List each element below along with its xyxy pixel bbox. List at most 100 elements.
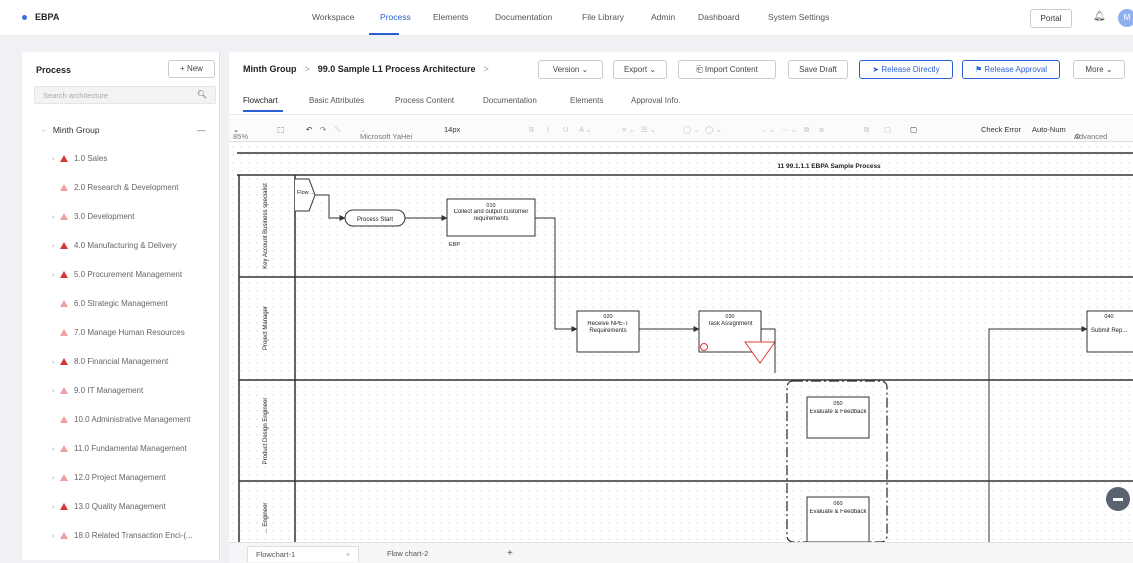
chevron-right-icon[interactable]: › (52, 359, 60, 366)
process-sidebar: Process + New Search architecture 🔍︎ - Mi… (22, 52, 220, 560)
group-icon[interactable]: ⧉ (804, 125, 809, 135)
bell-icon[interactable]: 🔔︎ (1093, 11, 1106, 22)
nav-process[interactable]: Process (380, 12, 411, 22)
tree-item[interactable]: 6.0 Strategic Management (52, 299, 168, 313)
breadcrumb-group[interactable]: Minth Group (243, 64, 297, 74)
nav-system-settings[interactable]: System Settings (768, 12, 829, 22)
fit-icon[interactable]: ⬚ (277, 125, 284, 134)
diagram-toolbar: 85% ⌄ ⬚ ↶ ↷ ␡ Microsoft YaHei ⌄ 14px B I… (229, 118, 1133, 142)
tab-flowchart[interactable]: Flowchart (243, 96, 278, 105)
architecture-search-input[interactable]: Search architecture 🔍︎ (34, 86, 216, 104)
import-content-button[interactable]: ⎗ Import Content (678, 60, 776, 79)
tree-root-minth-group[interactable]: - Minth Group — (42, 125, 206, 135)
search-icon[interactable]: 🔍︎ (197, 90, 207, 99)
font-family-select[interactable]: Microsoft YaHei ⌄ (360, 125, 412, 141)
nav-file-library[interactable]: File Library (582, 12, 624, 22)
nav-workspace[interactable]: Workspace (312, 12, 354, 22)
ungroup-icon[interactable]: ⧈ (819, 125, 824, 135)
process-icon (60, 271, 68, 278)
tree-item[interactable]: › 1.0 Sales (52, 154, 107, 168)
tab-approval-info[interactable]: Approval Info. (631, 96, 680, 105)
more-dropdown[interactable]: More ⌄ (1073, 60, 1125, 79)
tab-documentation[interactable]: Documentation (483, 96, 537, 105)
tab-flowchart-2[interactable]: Flow chart-2 (379, 546, 479, 562)
font-color-icon[interactable]: A ⌄ (579, 125, 592, 134)
nav-admin[interactable]: Admin (651, 12, 675, 22)
tree-item[interactable]: › 11.0 Fundamental Management (52, 444, 187, 458)
tree-item[interactable]: › 8.0 Financial Management (52, 357, 168, 371)
avatar[interactable]: M (1118, 9, 1133, 27)
tree-item[interactable]: › 4.0 Manufacturing & Delivery (52, 241, 177, 255)
portal-button[interactable]: Portal (1030, 9, 1072, 28)
risk-marker-icon[interactable] (700, 343, 708, 351)
tree-item[interactable]: › 9.0 IT Management (52, 386, 143, 400)
list-icon[interactable]: ☰ ⌄ (641, 125, 656, 134)
add-tab-icon[interactable]: + (499, 546, 519, 562)
tree-item[interactable]: 10.0 Administrative Management (52, 415, 191, 429)
save-draft-button[interactable]: Save Draft (788, 60, 848, 79)
collapse-chevron-icon[interactable]: - (42, 125, 45, 135)
chat-icon[interactable]: ▬ (1106, 487, 1130, 511)
nav-elements[interactable]: Elements (433, 12, 468, 22)
underline-icon[interactable]: U (563, 125, 568, 134)
connector-icon[interactable]: → ⌄ (759, 125, 775, 134)
redo-icon[interactable]: ↷ (320, 125, 326, 134)
chevron-right-icon[interactable]: › (52, 446, 60, 453)
process-editor: Minth Group >99.0 Sample L1 Process Archi… (229, 52, 1133, 542)
tab-flowchart-1[interactable]: Flowchart-1 × (247, 546, 359, 562)
new-process-button[interactable]: + New (168, 60, 215, 78)
lane-label-key-account: Key Account Business specialist (263, 183, 269, 269)
undo-icon[interactable]: ↶ (306, 125, 312, 134)
nav-dashboard[interactable]: Dashboard (698, 12, 740, 22)
tab-elements[interactable]: Elements (570, 96, 603, 105)
breadcrumb: Minth Group >99.0 Sample L1 Process Archi… (243, 64, 497, 74)
line-color-icon[interactable]: ◯ ⌄ (705, 125, 722, 134)
tree-item[interactable]: › 3.0 Development (52, 212, 134, 226)
diagram-canvas[interactable]: 11 99.1.1.1 EBPA Sample Process Key Acco… (229, 143, 1133, 542)
zoom-select[interactable]: 85% ⌄ (233, 125, 248, 141)
chevron-right-icon[interactable]: › (52, 156, 60, 163)
flowchart-page-tabs: Flowchart-1 × Flow chart-2 + (229, 542, 1133, 563)
auto-num-button[interactable]: Auto-Num (1032, 125, 1066, 134)
app-logo[interactable]: EBPA (22, 12, 59, 22)
tree-item[interactable]: › 18.0 Related Transaction Enci-(... (52, 531, 193, 545)
connector (315, 194, 346, 221)
release-directly-button[interactable]: ➤ Release Directly (859, 60, 953, 79)
chevron-right-icon[interactable]: › (52, 475, 60, 482)
chevron-right-icon[interactable]: › (52, 504, 60, 511)
italic-icon[interactable]: I (547, 125, 549, 134)
tree-item[interactable]: › 12.0 Project Management (52, 473, 166, 487)
align-icon[interactable]: ≡ ⌄ (622, 125, 635, 134)
bold-icon[interactable]: B (529, 125, 534, 134)
frame-icon[interactable]: ▢ (910, 125, 917, 134)
chevron-right-icon[interactable]: › (52, 533, 60, 540)
version-select[interactable]: Version ⌄ (538, 60, 603, 79)
chevron-right-icon[interactable]: › (52, 243, 60, 250)
check-error-button[interactable]: Check Error (981, 125, 1021, 134)
tree-item-label: 8.0 Financial Management (74, 357, 169, 366)
search-placeholder: Search architecture (43, 91, 109, 100)
tree-item[interactable]: › 13.0 Quality Management (52, 502, 166, 516)
chevron-right-icon[interactable]: › (52, 214, 60, 221)
chevron-right-icon[interactable]: › (52, 272, 60, 279)
fill-icon[interactable]: ◯ ⌄ (683, 125, 700, 134)
nav-documentation[interactable]: Documentation (495, 12, 552, 22)
tab-basic-attributes[interactable]: Basic Attributes (309, 96, 364, 105)
line-style-icon[interactable]: ⋯ ⌄ (781, 125, 797, 134)
tree-item[interactable]: › 5.0 Procurement Management (52, 270, 182, 284)
bring-front-icon[interactable]: ⧉ (864, 125, 869, 135)
chevron-right-icon[interactable]: › (52, 388, 60, 395)
export-dropdown[interactable]: Export ⌄ (613, 60, 667, 79)
activity-050-text: Evaluate & Feedback (809, 409, 867, 415)
tree-root-menu-icon[interactable]: — (197, 125, 206, 135)
send-back-icon[interactable]: ▢ (884, 125, 891, 134)
release-approval-button[interactable]: ⚑ Release Approval (962, 60, 1060, 79)
tree-item[interactable]: 7.0 Manage Human Resources (52, 328, 185, 342)
close-icon[interactable]: × (346, 547, 350, 563)
tab-process-content[interactable]: Process Content (395, 96, 454, 105)
approval-icon: ⚑ (974, 65, 983, 74)
send-icon: ➤ (872, 65, 880, 74)
delete-icon[interactable]: ␡ (335, 125, 341, 135)
tree-item[interactable]: 2.0 Research & Development (52, 183, 179, 197)
font-size-select[interactable]: 14px (444, 125, 460, 134)
